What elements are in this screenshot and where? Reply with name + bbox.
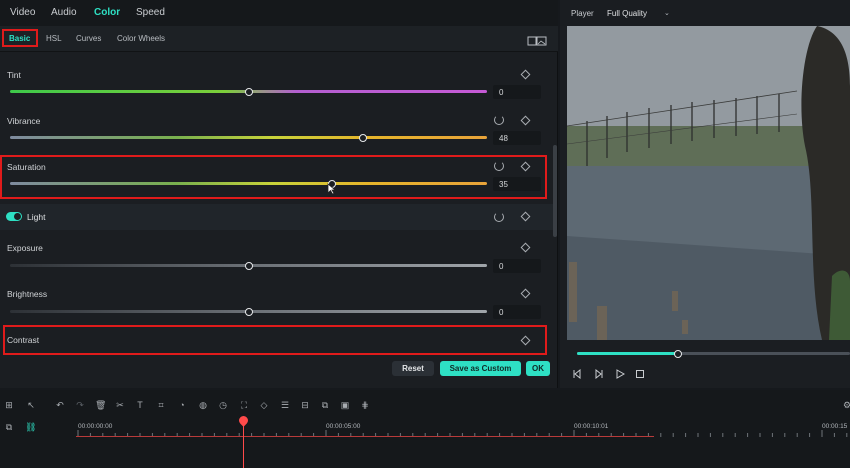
vibrance-value[interactable]: 48 bbox=[493, 131, 541, 145]
layout-grid-icon[interactable]: ⊞ bbox=[4, 400, 14, 410]
contrast-highlight-box bbox=[3, 325, 547, 355]
vibrance-keyframe-icon[interactable] bbox=[520, 115, 531, 126]
add-track-icon[interactable]: ⧉ bbox=[4, 422, 14, 432]
playback-progress-bar[interactable] bbox=[577, 349, 850, 358]
light-toggle[interactable] bbox=[6, 212, 22, 221]
reset-button[interactable]: Reset bbox=[392, 361, 434, 376]
auto-reframe-icon[interactable]: ⛶ bbox=[239, 400, 249, 410]
time-label-1: 00:00:05:00 bbox=[326, 423, 361, 430]
light-section-label: Light bbox=[27, 212, 46, 222]
timeline-panel: ⊞ ↖ ↶ ↷ 🗑 ✂ T ⌗ ◔ ◍ ◷ ⛶ ◇ ☰ ⊟ ⧉ ▣ ⋕ ⚙ ⧉ … bbox=[0, 390, 850, 468]
vibrance-label: Vibrance bbox=[7, 116, 41, 126]
time-label-3: 00:00:15 bbox=[822, 423, 848, 430]
app-window: Video Audio Color Speed Basic HSL Curves… bbox=[0, 0, 850, 468]
video-preview[interactable] bbox=[567, 26, 850, 340]
stop-icon[interactable] bbox=[635, 366, 645, 384]
tint-keyframe-icon[interactable] bbox=[520, 69, 531, 80]
split-icon[interactable]: ⊟ bbox=[300, 400, 310, 410]
delete-icon[interactable]: 🗑 bbox=[95, 400, 106, 410]
playback-progress-knob[interactable] bbox=[674, 349, 682, 358]
detach-audio-icon[interactable]: ⧉ bbox=[320, 400, 330, 410]
tint-value[interactable]: 0 bbox=[493, 85, 541, 99]
subtab-color-wheels[interactable]: Color Wheels bbox=[117, 34, 165, 43]
timeline-ruler[interactable]: 00:00:00:00 00:00:05:00 00:00:10:01 00:0… bbox=[76, 420, 850, 440]
subtab-hsl[interactable]: HSL bbox=[46, 34, 62, 43]
tab-audio[interactable]: Audio bbox=[51, 7, 77, 18]
select-arrow-icon[interactable]: ↖ bbox=[26, 400, 36, 410]
player-label: Player bbox=[571, 9, 594, 18]
compare-view-icon[interactable] bbox=[527, 33, 547, 46]
light-keyframe-icon[interactable] bbox=[520, 211, 531, 222]
property-tabs: Video Audio Color Speed bbox=[0, 0, 558, 26]
color-palette-icon[interactable]: ◍ bbox=[198, 400, 208, 410]
color-panel: Video Audio Color Speed Basic HSL Curves… bbox=[0, 0, 558, 388]
chevron-down-icon[interactable]: ⌄ bbox=[664, 9, 670, 17]
timeline-range-line bbox=[76, 436, 654, 437]
brightness-slider[interactable] bbox=[10, 307, 487, 316]
vibrance-slider-knob[interactable] bbox=[358, 133, 367, 142]
panel-scrollbar[interactable] bbox=[553, 145, 557, 237]
save-as-custom-button[interactable]: Save as Custom bbox=[440, 361, 521, 376]
light-reset-icon[interactable] bbox=[494, 212, 504, 222]
next-frame-icon[interactable] bbox=[594, 366, 604, 384]
subtab-curves[interactable]: Curves bbox=[76, 34, 101, 43]
tint-slider-knob[interactable] bbox=[244, 87, 253, 96]
adjust-icon[interactable]: ☰ bbox=[280, 400, 290, 410]
saturation-highlight-box bbox=[0, 155, 547, 199]
brightness-keyframe-icon[interactable] bbox=[520, 288, 531, 299]
link-icon[interactable]: ⛓ bbox=[25, 422, 36, 432]
tab-color[interactable]: Color bbox=[94, 7, 120, 18]
speed-icon[interactable]: ◔ bbox=[177, 400, 187, 410]
undo-icon[interactable]: ↶ bbox=[55, 400, 65, 410]
tint-slider[interactable] bbox=[10, 87, 487, 96]
player-panel: Player Full Quality ⌄ bbox=[560, 0, 850, 388]
exposure-slider[interactable] bbox=[10, 261, 487, 270]
color-sub-tabs: Basic HSL Curves Color Wheels bbox=[0, 26, 558, 52]
redo-icon[interactable]: ↷ bbox=[75, 400, 85, 410]
audio-wave-icon[interactable]: ⋕ bbox=[360, 400, 370, 410]
previous-frame-icon[interactable] bbox=[572, 366, 582, 384]
tab-speed[interactable]: Speed bbox=[136, 7, 165, 18]
player-header: Player Full Quality ⌄ bbox=[560, 0, 850, 26]
ok-button[interactable]: OK bbox=[526, 361, 550, 376]
settings-icon[interactable]: ⚙ bbox=[842, 400, 850, 410]
brightness-slider-knob[interactable] bbox=[244, 307, 253, 316]
vibrance-slider[interactable] bbox=[10, 133, 487, 142]
exposure-keyframe-icon[interactable] bbox=[520, 242, 531, 253]
video-frame-image bbox=[567, 26, 850, 340]
basic-tab-highlight bbox=[2, 29, 38, 47]
text-icon[interactable]: T bbox=[135, 400, 145, 410]
cut-icon[interactable]: ✂ bbox=[115, 400, 125, 410]
brightness-label: Brightness bbox=[7, 289, 48, 299]
exposure-value[interactable]: 0 bbox=[493, 259, 541, 273]
playback-progress-fill bbox=[577, 352, 678, 355]
vibrance-reset-icon[interactable] bbox=[494, 115, 504, 125]
quality-dropdown[interactable]: Full Quality bbox=[607, 9, 647, 18]
time-label-2: 00:00:10:01 bbox=[574, 423, 609, 430]
play-icon[interactable] bbox=[615, 366, 626, 384]
brightness-value[interactable]: 0 bbox=[493, 305, 541, 319]
light-section-header[interactable]: Light bbox=[0, 204, 553, 230]
tint-label: Tint bbox=[7, 70, 21, 80]
exposure-label: Exposure bbox=[7, 243, 43, 253]
tab-video[interactable]: Video bbox=[10, 7, 35, 18]
crop-icon[interactable]: ⌗ bbox=[156, 400, 166, 410]
timer-icon[interactable]: ◷ bbox=[218, 400, 228, 410]
exposure-slider-knob[interactable] bbox=[244, 261, 253, 270]
mask-icon[interactable]: ◇ bbox=[259, 400, 269, 410]
stabilize-icon[interactable]: ▣ bbox=[340, 400, 350, 410]
time-label-0: 00:00:00:00 bbox=[78, 423, 113, 430]
